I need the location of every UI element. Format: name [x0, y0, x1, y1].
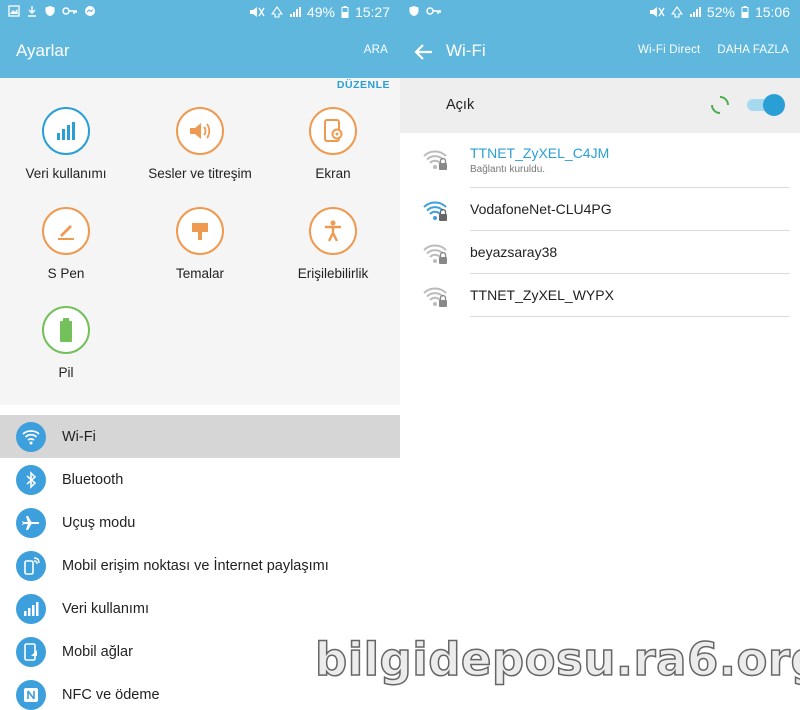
- accessibility-icon: [325, 220, 341, 242]
- settings-item-data-usage[interactable]: Veri kullanımı: [0, 587, 400, 630]
- download-icon: [28, 6, 36, 17]
- settings-item-wifi[interactable]: Wi-Fi: [0, 415, 400, 458]
- pen-icon: [58, 225, 74, 240]
- notification-image-icon: [8, 5, 20, 17]
- display-settings-icon: [324, 119, 343, 142]
- settings-item-label: Veri kullanımı: [62, 600, 150, 617]
- settings-item-label: Wi-Fi: [62, 428, 96, 445]
- battery-percent: 49%: [306, 4, 335, 20]
- wifi-direct-button[interactable]: Wi-Fi Direct: [638, 44, 700, 56]
- back-arrow-icon[interactable]: [414, 43, 434, 61]
- quick-setting-battery[interactable]: Pil: [1, 306, 131, 380]
- data-signal-icon: [270, 6, 283, 18]
- page-title: Ayarlar: [16, 41, 70, 60]
- wifi-icon: [22, 429, 40, 444]
- search-button[interactable]: ARA: [364, 44, 388, 56]
- network-item[interactable]: TTNET_ZyXEL_C4JM Bağlantı kuruldu.: [400, 133, 800, 188]
- network-status: Bağlantı kuruldu.: [470, 164, 546, 175]
- quick-setting-sounds[interactable]: Sesler ve titreşim: [135, 107, 265, 181]
- messenger-icon: [85, 6, 95, 16]
- clock: 15:27: [354, 4, 390, 20]
- quick-setting-data-usage[interactable]: Veri kullanımı: [1, 107, 131, 181]
- more-button[interactable]: DAHA FAZLA: [717, 44, 789, 56]
- key-icon: [426, 7, 441, 15]
- data-usage-icon: [24, 601, 39, 616]
- settings-item-bluetooth[interactable]: Bluetooth: [0, 458, 400, 501]
- network-item[interactable]: TTNET_ZyXEL_WYPX: [400, 274, 800, 317]
- mute-icon: [649, 7, 665, 17]
- hotspot-icon: [24, 556, 40, 575]
- battery-icon: [341, 6, 349, 18]
- settings-screen: 49% 15:27 Ayarlar ARA DÜZENLE Veri kulla…: [0, 0, 400, 710]
- watermark-text: bilgideposu.ra6.org: [314, 632, 800, 687]
- network-name: beyazsaray38: [470, 244, 558, 260]
- network-name: TTNET_ZyXEL_WYPX: [470, 287, 614, 303]
- quick-setting-label: Sesler ve titreşim: [148, 166, 252, 181]
- network-name: VodafoneNet-CLU4PG: [470, 201, 612, 217]
- wifi-locked-icon: [423, 201, 447, 221]
- quick-setting-themes[interactable]: Temalar: [135, 207, 265, 281]
- nfc-icon: [24, 687, 38, 702]
- signal-icon: [689, 7, 701, 17]
- settings-item-hotspot[interactable]: Mobil erişim noktası ve İnternet paylaşı…: [0, 544, 400, 587]
- quick-setting-accessibility[interactable]: Erişilebilirlik: [268, 207, 398, 281]
- loading-spinner-icon: [711, 96, 729, 114]
- settings-item-label: Mobil erişim noktası ve İnternet paylaşı…: [62, 557, 329, 574]
- airplane-icon: [22, 515, 39, 530]
- network-name: TTNET_ZyXEL_C4JM: [470, 145, 610, 161]
- edit-button[interactable]: DÜZENLE: [337, 79, 390, 91]
- battery-percent: 52%: [706, 4, 735, 20]
- network-list: TTNET_ZyXEL_C4JM Bağlantı kuruldu. Vodaf…: [400, 133, 800, 317]
- quick-setting-display[interactable]: Ekran: [268, 107, 398, 181]
- wifi-switch[interactable]: [745, 94, 785, 116]
- quick-setting-label: Erişilebilirlik: [297, 266, 369, 281]
- speaker-icon: [190, 123, 211, 139]
- wifi-locked-icon: [423, 150, 447, 170]
- data-usage-icon: [57, 122, 75, 140]
- quick-setting-label: Temalar: [175, 266, 224, 281]
- wifi-locked-icon: [423, 244, 447, 264]
- status-bar: 52% 15:06: [400, 0, 800, 26]
- shield-icon: [45, 6, 55, 16]
- settings-action-bar: Ayarlar ARA: [0, 26, 400, 78]
- wifi-toggle-label: Açık: [446, 97, 475, 113]
- battery-icon: [60, 318, 72, 342]
- clock: 15:06: [754, 4, 790, 20]
- battery-icon: [741, 6, 749, 18]
- mobile-network-icon: [24, 642, 37, 661]
- quick-setting-label: Pil: [58, 365, 74, 380]
- quick-setting-s-pen[interactable]: S Pen: [1, 207, 131, 281]
- key-icon: [62, 7, 77, 15]
- wifi-toggle-row[interactable]: Açık: [400, 78, 800, 133]
- settings-item-label: NFC ve ödeme: [62, 686, 160, 703]
- quick-setting-label: Veri kullanımı: [25, 166, 107, 181]
- settings-item-label: Mobil ağlar: [62, 643, 133, 660]
- page-title: Wi-Fi: [446, 41, 486, 60]
- wifi-locked-icon: [423, 287, 447, 307]
- wifi-action-bar: Wi-Fi Wi-Fi Direct DAHA FAZLA: [400, 26, 800, 78]
- bluetooth-icon: [26, 470, 37, 489]
- settings-item-label: Bluetooth: [62, 471, 124, 488]
- settings-item-airplane[interactable]: Uçuş modu: [0, 501, 400, 544]
- shield-icon: [409, 6, 419, 16]
- network-item[interactable]: VodafoneNet-CLU4PG: [400, 188, 800, 231]
- network-item[interactable]: beyazsaray38: [400, 231, 800, 274]
- settings-item-label: Uçuş modu: [62, 514, 136, 531]
- quick-setting-label: S Pen: [47, 266, 85, 281]
- quick-setting-label: Ekran: [315, 166, 351, 181]
- mute-icon: [249, 7, 265, 17]
- wifi-screen: 52% 15:06 Wi-Fi Wi-Fi Direct DAHA FAZLA …: [400, 0, 800, 710]
- status-bar: 49% 15:27: [0, 0, 400, 26]
- data-signal-icon: [670, 6, 683, 18]
- paint-brush-icon: [192, 223, 208, 240]
- signal-icon: [289, 7, 301, 17]
